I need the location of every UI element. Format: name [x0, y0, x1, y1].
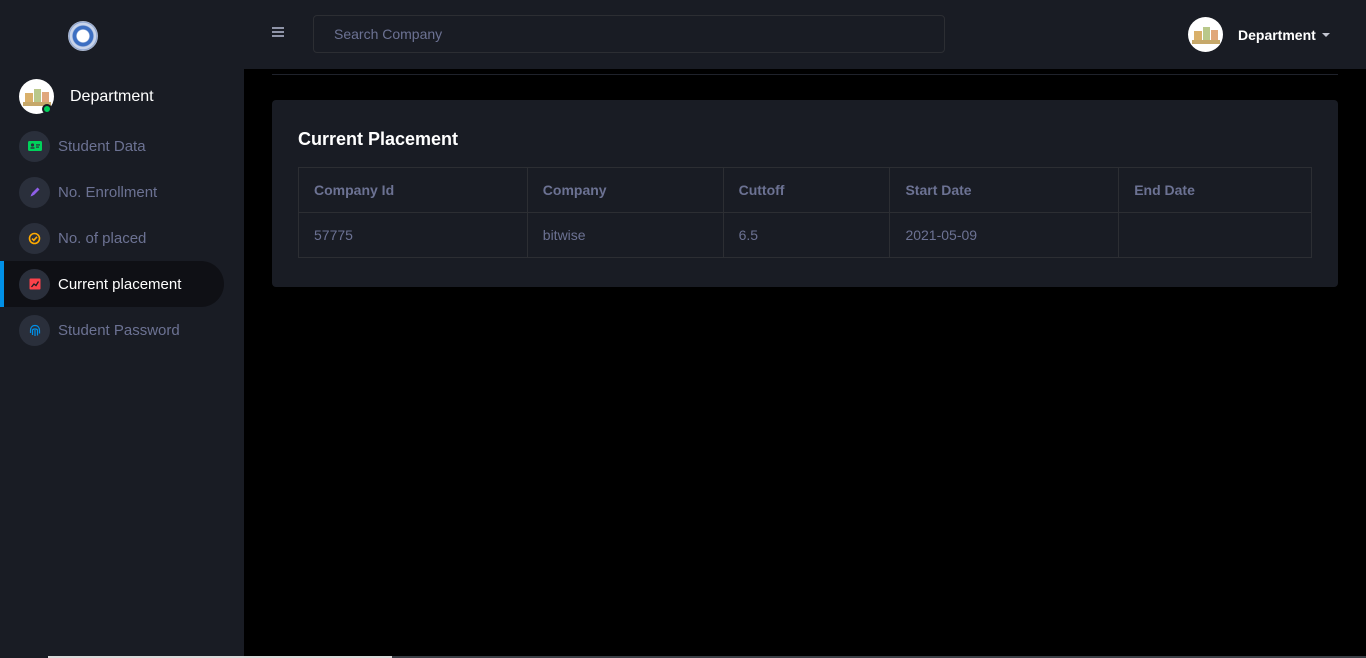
column-header: Company Id [298, 167, 528, 213]
check-circle-icon [19, 222, 50, 254]
table-cell: 6.5 [722, 212, 891, 258]
table-header-row: Company Id Company Cuttoff Start Date En… [298, 167, 1312, 213]
sidebar-item-current-placement[interactable]: Current placement [0, 261, 224, 307]
column-header: Start Date [889, 167, 1120, 213]
sidebar: Department Student Data No. Enrollment N… [0, 0, 244, 658]
table-cell: 57775 [298, 212, 528, 258]
fingerprint-icon [19, 314, 50, 346]
hamburger-menu-icon[interactable] [272, 27, 284, 37]
sidebar-item-label: No. of placed [58, 229, 147, 247]
table-cell: 2021-05-09 [889, 212, 1120, 258]
sidebar-item-label: Current placement [58, 275, 182, 293]
avatar [1188, 17, 1223, 52]
placement-table: Company Id Company Cuttoff Start Date En… [298, 167, 1312, 258]
chevron-down-icon [1321, 32, 1330, 37]
profile-name: Department [70, 87, 154, 105]
sidebar-nav: Student Data No. Enrollment No. of place… [0, 123, 244, 353]
content-divider [272, 74, 1338, 75]
sidebar-item-student-password[interactable]: Student Password [0, 307, 244, 353]
table-row: 57775 bitwise 6.5 2021-05-09 [298, 212, 1312, 258]
page-title: Current Placement [298, 129, 459, 149]
search-input[interactable] [313, 15, 945, 53]
column-header: End Date [1118, 167, 1312, 213]
sidebar-item-label: Student Password [58, 321, 180, 339]
app: Department Student Data No. Enrollment N… [0, 0, 1366, 658]
column-header: Company [526, 167, 724, 213]
user-name: Department [1238, 26, 1316, 43]
chart-icon [19, 268, 50, 300]
brand-logo[interactable] [68, 21, 98, 51]
column-header: Cuttoff [722, 167, 891, 213]
current-placement-card: Current Placement Company Id Company Cut… [272, 100, 1338, 287]
table-cell: bitwise [526, 212, 724, 258]
sidebar-item-placed[interactable]: No. of placed [0, 215, 244, 261]
user-profile-dropdown[interactable]: Department [1188, 17, 1330, 52]
top-navbar: Department [244, 0, 1366, 69]
sidebar-item-enrollment[interactable]: No. Enrollment [0, 169, 244, 215]
sidebar-item-label: No. Enrollment [58, 183, 158, 201]
table-cell [1118, 212, 1312, 258]
sidebar-profile: Department [19, 79, 154, 114]
online-status-icon [42, 104, 52, 114]
sidebar-item-label: Student Data [58, 137, 146, 155]
id-card-icon [19, 130, 50, 162]
pencil-icon [19, 176, 50, 208]
sidebar-item-student-data[interactable]: Student Data [0, 123, 244, 169]
